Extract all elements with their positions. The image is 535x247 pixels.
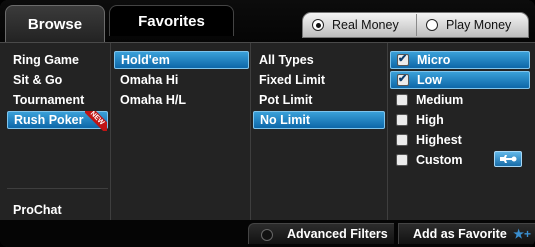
filter-columns: Ring Game Sit & Go Tournament Rush Poker… <box>0 42 535 221</box>
tab-favorites[interactable]: Favorites <box>109 5 234 36</box>
stake-label: Medium <box>416 93 464 107</box>
checkbox-icon[interactable] <box>396 133 408 146</box>
game-type-sit-and-go[interactable]: Sit & Go <box>7 71 108 89</box>
lobby-filter-panel: Browse Favorites Real Money Play Money R… <box>0 0 535 247</box>
limit-no-limit[interactable]: No Limit <box>253 111 385 129</box>
add-favorite-button[interactable]: Add as Favorite ★+ <box>398 223 535 244</box>
advanced-filters-label: Advanced Filters <box>287 227 388 241</box>
radio-unselected-icon <box>426 19 438 31</box>
limit-all-types[interactable]: All Types <box>253 51 385 69</box>
stake-medium[interactable]: Medium <box>390 91 530 109</box>
toggle-icon <box>261 229 273 241</box>
checkbox-checked-icon[interactable] <box>397 71 409 87</box>
play-money-label: Play Money <box>446 18 512 32</box>
checkbox-icon[interactable] <box>396 93 408 106</box>
tab-bar: Browse Favorites Real Money Play Money <box>0 0 535 42</box>
game-type-rush-poker[interactable]: Rush Poker NEW <box>7 111 108 131</box>
stake-custom[interactable]: Custom <box>390 151 530 169</box>
tab-browse[interactable]: Browse <box>5 5 105 42</box>
stake-label: Micro <box>417 53 451 67</box>
real-money-radio[interactable]: Real Money <box>312 15 399 35</box>
divider <box>416 14 417 36</box>
game-holdem[interactable]: Hold'em <box>114 51 249 69</box>
new-badge: NEW <box>85 111 107 131</box>
play-money-radio[interactable]: Play Money <box>426 15 511 35</box>
game-list: Hold'em Omaha Hi Omaha H/L <box>114 51 249 221</box>
column-divider <box>387 43 388 221</box>
limit-fixed[interactable]: Fixed Limit <box>253 71 385 89</box>
stake-label: Custom <box>416 153 463 167</box>
star-plus-icon: ★+ <box>513 227 531 241</box>
game-type-list: Ring Game Sit & Go Tournament Rush Poker… <box>7 51 108 221</box>
stake-low[interactable]: Low <box>390 71 530 89</box>
column-divider <box>110 43 111 221</box>
real-money-label: Real Money <box>332 18 399 32</box>
limit-list: All Types Fixed Limit Pot Limit No Limit <box>253 51 385 221</box>
game-omaha-hl[interactable]: Omaha H/L <box>114 91 249 109</box>
prochat-link[interactable]: ProChat <box>7 201 62 219</box>
stake-label: Low <box>417 73 442 87</box>
limit-pot[interactable]: Pot Limit <box>253 91 385 109</box>
radio-selected-icon <box>312 19 324 31</box>
stake-high[interactable]: High <box>390 111 530 129</box>
game-type-label: Rush Poker <box>14 113 84 127</box>
wrench-icon[interactable] <box>494 151 522 167</box>
stake-highest[interactable]: Highest <box>390 131 530 149</box>
stake-label: Highest <box>416 133 462 147</box>
checkbox-icon[interactable] <box>396 153 408 166</box>
stake-label: High <box>416 113 444 127</box>
stake-micro[interactable]: Micro <box>390 51 530 69</box>
column-divider <box>250 43 251 221</box>
divider <box>7 188 108 189</box>
stakes-list: Micro Low Medium High Highest Custom <box>390 51 530 221</box>
money-type-selector: Real Money Play Money <box>302 12 529 38</box>
checkbox-checked-icon[interactable] <box>397 51 409 67</box>
game-type-tournament[interactable]: Tournament <box>7 91 108 109</box>
game-type-ring-game[interactable]: Ring Game <box>7 51 108 69</box>
checkbox-icon[interactable] <box>396 113 408 126</box>
advanced-filters-button[interactable]: Advanced Filters <box>248 223 394 244</box>
game-omaha-hi[interactable]: Omaha Hi <box>114 71 249 89</box>
add-favorite-label: Add as Favorite <box>413 227 507 241</box>
footer-bar: Advanced Filters Add as Favorite ★+ <box>0 220 535 247</box>
